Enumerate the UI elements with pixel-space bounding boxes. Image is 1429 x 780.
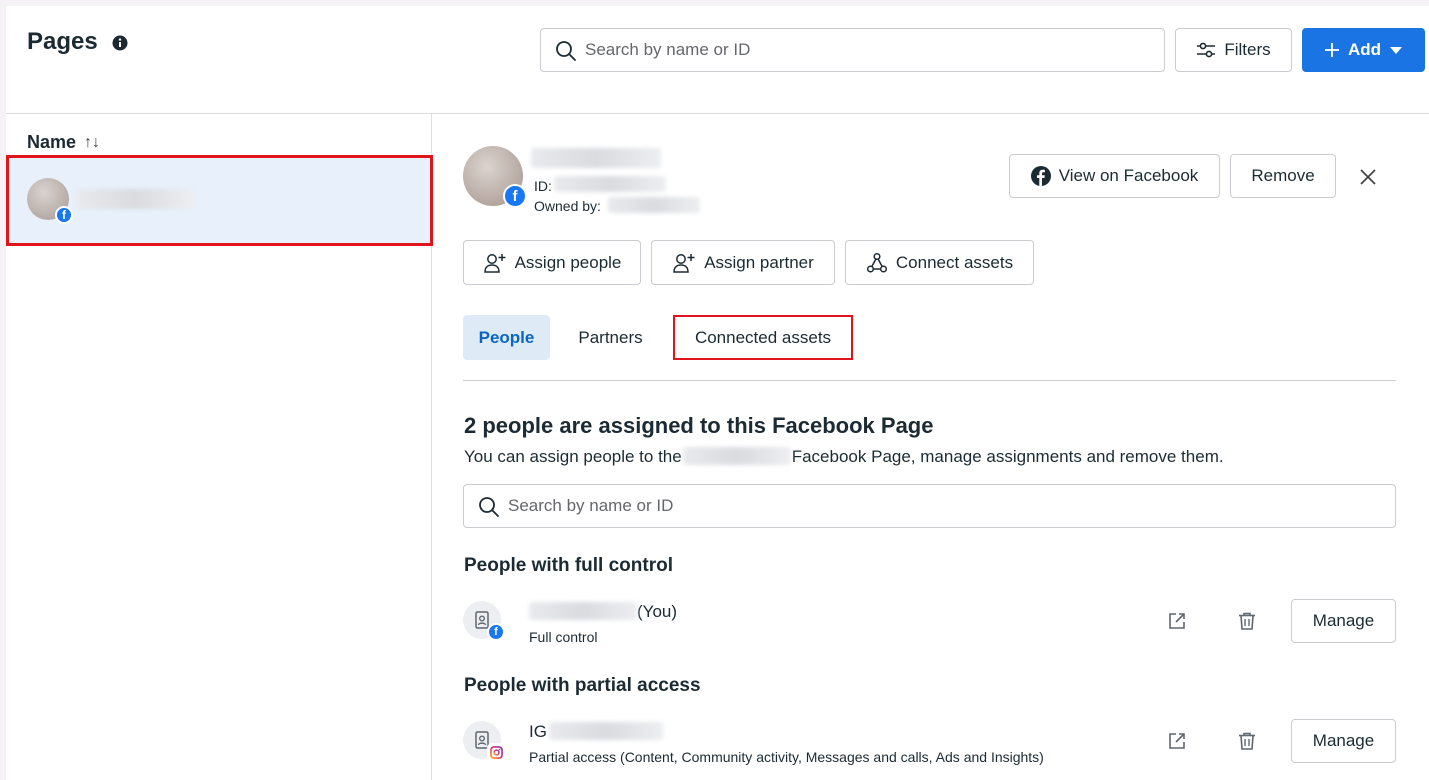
- you-suffix: (You): [637, 602, 678, 621]
- tab-people[interactable]: People: [463, 315, 550, 360]
- page-details: f ID: Owned by: View on Facebook Remove: [433, 114, 1429, 780]
- tab-connected-assets[interactable]: Connected assets: [673, 315, 853, 360]
- add-label: Add: [1347, 40, 1382, 59]
- person-role: Full control: [529, 629, 598, 645]
- people-section-title: 2 people are assigned to this Facebook P…: [464, 413, 934, 438]
- redacted-page-name: [76, 189, 194, 209]
- manage-button[interactable]: Manage: [1291, 599, 1396, 643]
- trash-icon[interactable]: [1237, 611, 1257, 631]
- view-on-facebook-button[interactable]: View on Facebook: [1009, 154, 1220, 198]
- redacted-owner: [608, 197, 700, 213]
- plus-icon: [1324, 43, 1339, 57]
- page-avatar-large: f: [463, 146, 527, 208]
- search-people-input[interactable]: [508, 485, 1385, 527]
- sort-icon[interactable]: ↑↓: [84, 134, 100, 152]
- name-column-label: Name: [27, 132, 77, 152]
- add-button[interactable]: Add: [1302, 28, 1425, 72]
- person-role: Partial access (Content, Community activ…: [529, 749, 1044, 765]
- person-name: IG: [529, 722, 663, 742]
- person-row: f (You) Full control Manage: [463, 591, 1396, 651]
- manage-button[interactable]: Manage: [1291, 719, 1396, 763]
- name-column-header[interactable]: Name ↑↓: [27, 132, 100, 153]
- assign-people-button[interactable]: Assign people: [463, 240, 641, 285]
- manage-label: Manage: [1312, 611, 1375, 630]
- assign-partner-button[interactable]: Assign partner: [651, 240, 835, 285]
- tab-partners[interactable]: Partners: [560, 315, 661, 360]
- redacted-person-name: [529, 602, 637, 620]
- add-person-icon: [483, 253, 506, 273]
- trash-icon[interactable]: [1237, 731, 1257, 751]
- filters-button[interactable]: Filters: [1175, 28, 1292, 72]
- remove-label: Remove: [1251, 166, 1315, 185]
- person-name: (You): [529, 602, 677, 622]
- person-avatar: f: [463, 601, 505, 641]
- people-section-description: You can assign people to the Facebook Pag…: [464, 447, 1224, 467]
- full-control-heading: People with full control: [464, 555, 673, 576]
- caret-down-icon: [1390, 47, 1403, 54]
- app-window: Pages Filters: [6, 6, 1429, 780]
- ig-prefix: IG: [529, 722, 547, 741]
- facebook-icon: f: [55, 206, 73, 224]
- connect-assets-label: Connect assets: [895, 252, 1014, 272]
- redacted-person-name: [548, 722, 663, 740]
- search-icon: [479, 497, 499, 517]
- tabs-divider: [463, 380, 1396, 381]
- assign-partner-label: Assign partner: [704, 252, 814, 272]
- page-avatar: f: [27, 178, 73, 224]
- redacted-page-title: [531, 148, 661, 168]
- connect-nodes-icon: [866, 252, 887, 273]
- description-suffix: Facebook Page, manage assignments and re…: [791, 447, 1224, 466]
- external-link-icon[interactable]: [1167, 731, 1187, 751]
- filters-label: Filters: [1224, 40, 1271, 59]
- facebook-icon: f: [503, 184, 527, 208]
- description-prefix: You can assign people to the: [464, 447, 682, 466]
- instagram-icon: [487, 743, 505, 761]
- add-partner-icon: [673, 253, 695, 273]
- page-title: Pages: [27, 28, 98, 55]
- search-pages-box[interactable]: [540, 28, 1165, 72]
- search-icon: [556, 41, 576, 61]
- manage-label: Manage: [1312, 731, 1375, 750]
- redacted-page-id: [554, 176, 666, 192]
- connect-assets-button[interactable]: Connect assets: [845, 240, 1034, 285]
- search-pages-input[interactable]: [585, 29, 1154, 71]
- redacted-page-name-inline: [682, 447, 791, 465]
- info-icon[interactable]: [112, 35, 128, 51]
- external-link-icon[interactable]: [1167, 611, 1187, 631]
- sliders-icon: [1197, 42, 1216, 58]
- facebook-logo-icon: [1030, 166, 1051, 186]
- page-list-item[interactable]: f: [6, 155, 433, 246]
- owned-by-label: Owned by:: [534, 198, 601, 214]
- assign-people-label: Assign people: [514, 252, 622, 272]
- person-avatar: [463, 721, 505, 761]
- header: Pages Filters: [6, 6, 1429, 114]
- close-icon[interactable]: [1358, 167, 1378, 187]
- search-people-box[interactable]: [463, 484, 1396, 528]
- page-id-label: ID:: [534, 178, 552, 194]
- facebook-icon: f: [487, 623, 505, 641]
- partial-access-heading: People with partial access: [464, 675, 701, 696]
- pages-list: Name ↑↓ f: [6, 114, 433, 780]
- person-row: IG Partial access (Content, Community ac…: [463, 711, 1396, 771]
- remove-button[interactable]: Remove: [1230, 154, 1336, 198]
- view-on-facebook-label: View on Facebook: [1058, 166, 1199, 185]
